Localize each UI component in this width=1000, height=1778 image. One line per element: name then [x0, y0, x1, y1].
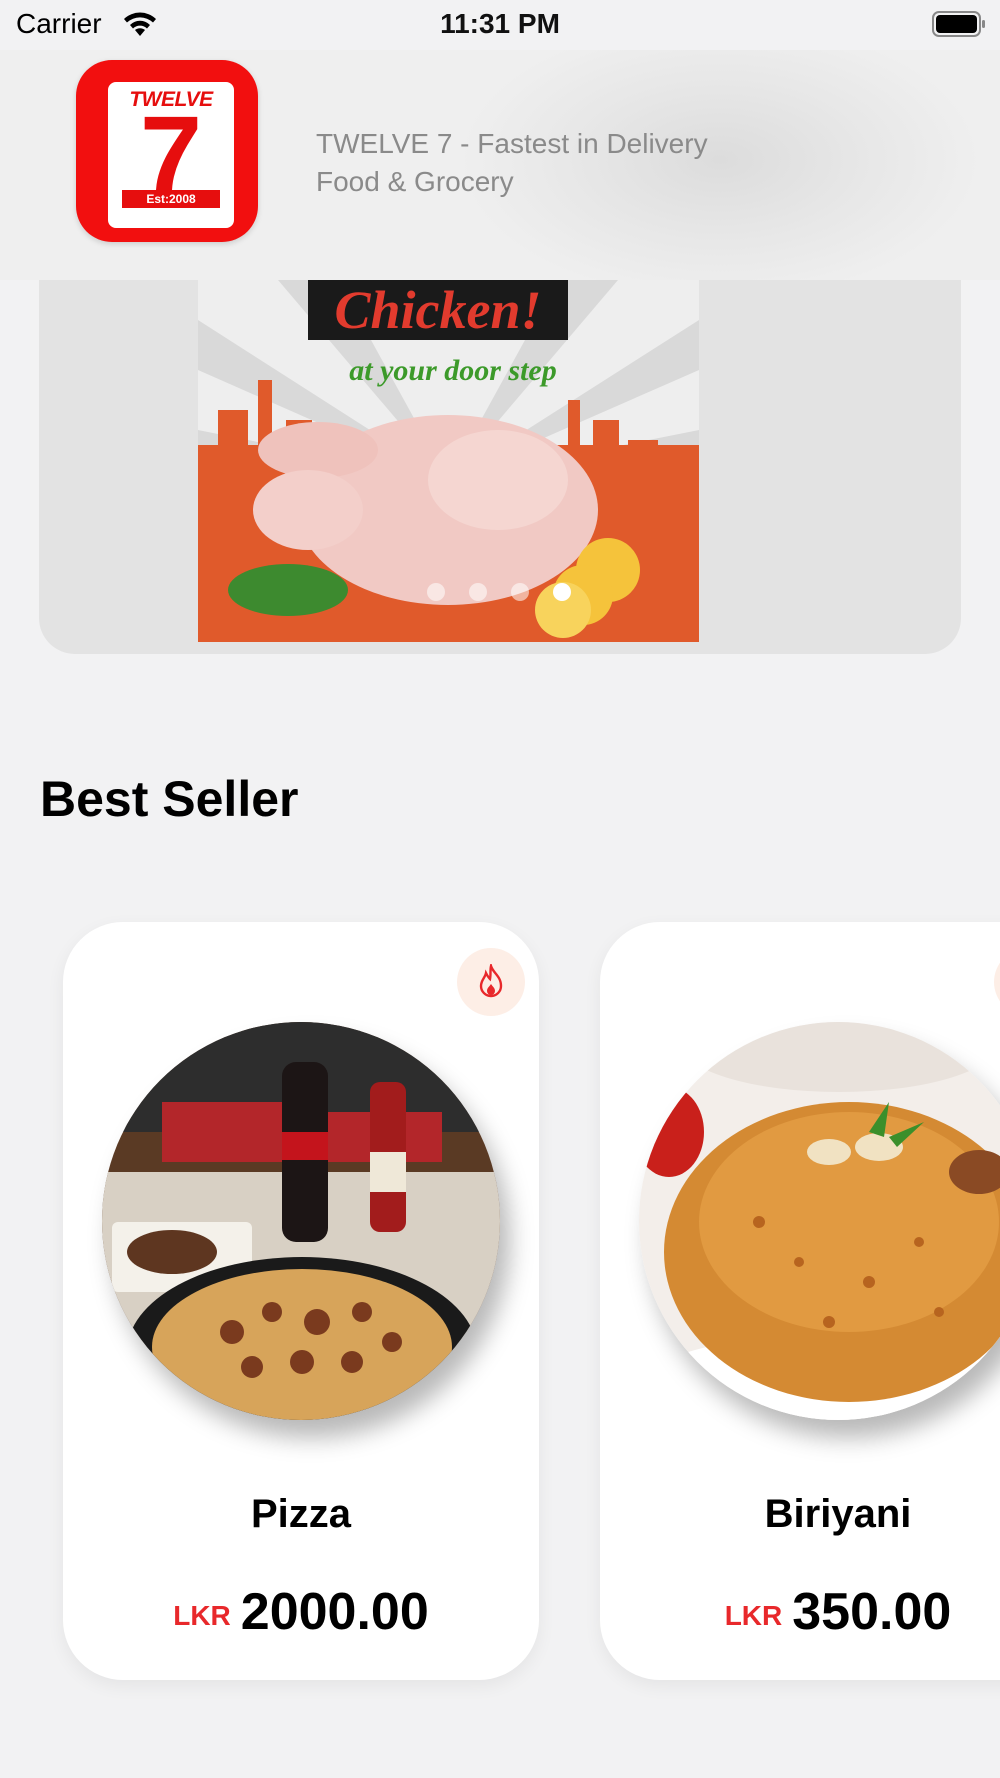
- logo-est-ribbon: Est:2008: [122, 190, 220, 208]
- app-header: TWELVE 7 Est:2008 TWELVE 7 - Fastest in …: [0, 50, 1000, 280]
- price-currency: LKR: [724, 1600, 783, 1631]
- battery-icon: [932, 11, 985, 37]
- logo-badge: TWELVE 7 Est:2008: [108, 82, 234, 228]
- product-card-biriyani[interactable]: Biriyani LKR 350.00: [600, 922, 1000, 1680]
- hot-badge-button[interactable]: [994, 948, 1000, 1016]
- home-screen: Carrier 11:31 PM TWELVE 7 Est:2008 TWELV…: [0, 0, 1000, 1778]
- subtitle-line-1: TWELVE 7 - Fastest in Delivery: [316, 128, 708, 159]
- pizza-photo[interactable]: [102, 1022, 500, 1420]
- price-amount: 2000.00: [240, 1583, 429, 1641]
- page-dot-1[interactable]: [427, 583, 445, 601]
- product-card-pizza[interactable]: Pizza LKR 2000.00: [63, 922, 539, 1680]
- product-name: Biriyani: [764, 1492, 912, 1536]
- status-bar: Carrier 11:31 PM: [0, 0, 1000, 50]
- hot-badge-button[interactable]: [457, 948, 525, 1016]
- clock: 11:31 PM: [440, 8, 560, 39]
- biriyani-image: [639, 1022, 1000, 1420]
- pizza-image: [102, 1022, 500, 1420]
- best-seller-title: Best Seller: [40, 771, 299, 827]
- price-amount: 350.00: [792, 1583, 952, 1641]
- page-dot-3[interactable]: [511, 583, 529, 601]
- banner-headline: Chicken!: [334, 280, 541, 340]
- price-currency: LKR: [173, 1600, 231, 1631]
- price-row: LKR 2000.00: [63, 1582, 539, 1642]
- promo-banner-image[interactable]: Chicken! at your door step: [198, 280, 699, 642]
- price-row: LKR 350.00: [600, 1582, 1000, 1642]
- header-subtitle: TWELVE 7 - Fastest in Delivery Food & Gr…: [316, 125, 816, 201]
- page-dot-2[interactable]: [469, 583, 487, 601]
- fire-icon: [479, 964, 503, 998]
- banner-tagline: at your door step: [349, 354, 557, 387]
- chicken-promo-art: Chicken! at your door step: [198, 280, 699, 642]
- promo-carousel[interactable]: Chicken! at your door step: [39, 280, 961, 654]
- brand-logo[interactable]: TWELVE 7 Est:2008: [76, 60, 258, 242]
- subtitle-line-2: Food & Grocery: [316, 166, 514, 197]
- biriyani-photo[interactable]: [639, 1022, 1000, 1420]
- page-dot-4-active[interactable]: [553, 583, 571, 601]
- product-name: Pizza: [250, 1492, 352, 1536]
